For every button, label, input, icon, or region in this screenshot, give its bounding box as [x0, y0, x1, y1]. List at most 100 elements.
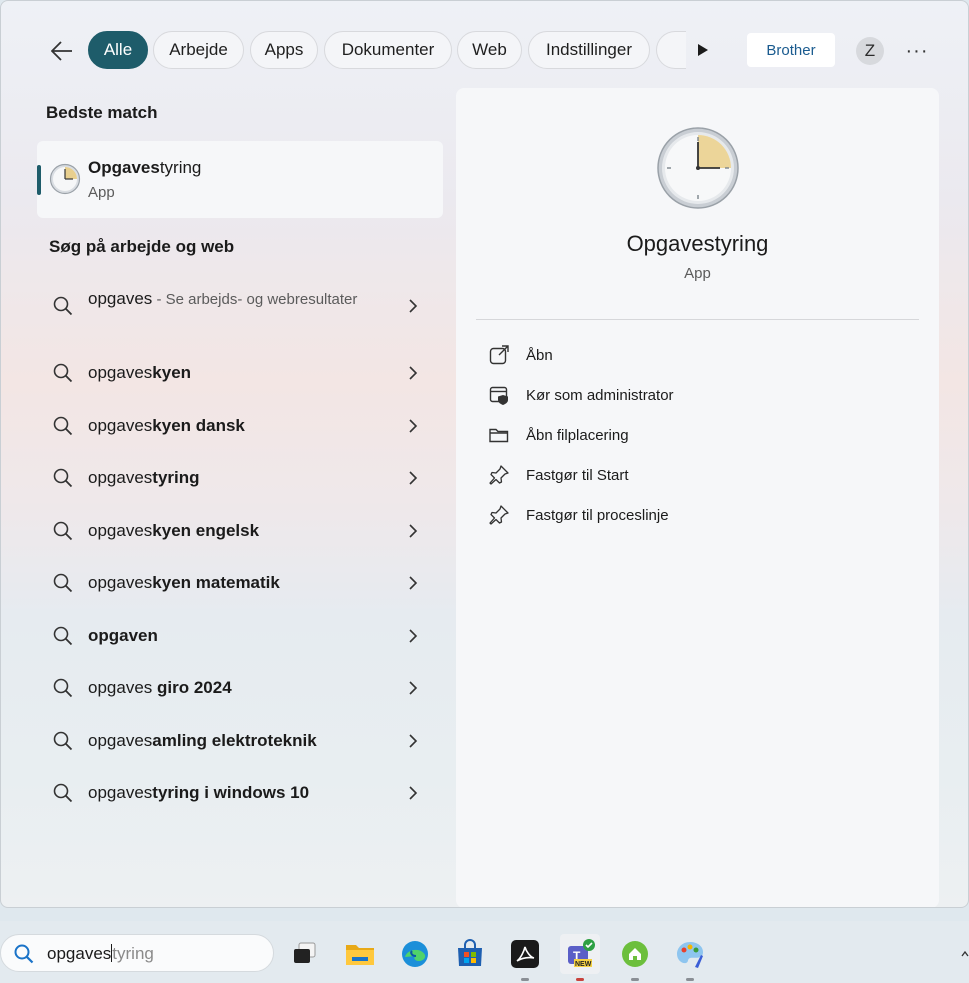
suggestion-row[interactable]: opgavestyring i windows 10 — [37, 771, 443, 815]
tab-arbejde[interactable]: Arbejde — [153, 31, 244, 69]
chevron-right-icon — [409, 471, 418, 485]
search-icon — [53, 416, 73, 436]
preview-title: Opgavestyring — [626, 231, 769, 256]
action-label: Åbn filplacering — [526, 427, 629, 444]
search-text: opgavestyring — [47, 944, 154, 963]
best-match-type: App — [88, 184, 115, 201]
edge-button[interactable] — [395, 934, 435, 974]
suggestion-row[interactable]: opgaveskyen dansk — [37, 404, 443, 448]
search-icon — [53, 783, 73, 803]
avatar[interactable]: Z — [856, 37, 884, 65]
teams-new-badge: NEW — [575, 961, 592, 968]
web-search-heading: Søg på arbejde og web — [49, 237, 235, 256]
web-result-row[interactable]: opgaves - Se arbejds- og webresultater — [37, 286, 443, 346]
suggestion-row[interactable]: opgavesamling elektroteknik — [37, 719, 443, 763]
running-indicator — [631, 978, 639, 981]
action-pin-to-taskbar[interactable]: Fastgør til proceslinje — [488, 501, 908, 531]
microsoft-store-button[interactable] — [450, 934, 490, 974]
adobe-acrobat-button[interactable] — [505, 934, 545, 981]
suggestion-row[interactable]: opgavestyring — [37, 456, 443, 500]
action-open[interactable]: Åbn — [488, 341, 908, 371]
chevron-right-icon — [409, 524, 418, 538]
search-panel: Alle Arbejde Apps Dokumenter Web Indstil… — [0, 0, 969, 908]
scroll-tabs-button[interactable] — [691, 39, 715, 61]
search-icon — [53, 521, 73, 541]
search-icon — [53, 573, 73, 593]
acrobat-icon — [511, 940, 539, 968]
action-label: Fastgør til Start — [526, 467, 629, 484]
search-icon — [53, 363, 73, 383]
suggestion-text: opgaven — [88, 626, 158, 645]
web-result-text: opgaves - Se arbejds- og webresultater — [88, 289, 358, 308]
open-external-icon — [489, 345, 509, 365]
play-icon — [698, 44, 708, 56]
suggestion-row[interactable]: opgaveskyen — [37, 351, 443, 395]
task-view-icon — [294, 942, 316, 963]
action-run-as-admin[interactable]: Kør som administrator — [488, 381, 908, 411]
tab-apps[interactable]: Apps — [250, 31, 318, 69]
taskbar-search-input[interactable]: opgavestyring — [0, 934, 274, 972]
action-open-file-location[interactable]: Åbn filplacering — [488, 421, 908, 451]
teams-button[interactable]: T NEW — [560, 934, 600, 981]
search-icon — [14, 944, 34, 964]
store-icon — [458, 939, 482, 966]
chevron-right-icon — [409, 734, 418, 748]
tab-overflow[interactable] — [656, 31, 686, 69]
chevron-right-icon — [409, 681, 418, 695]
task-manager-icon — [657, 127, 739, 209]
chevron-right-icon — [409, 786, 418, 800]
task-manager-icon — [49, 163, 81, 195]
paint-icon — [677, 942, 703, 968]
folder-icon — [489, 428, 509, 443]
chevron-right-icon — [409, 299, 418, 313]
selection-indicator — [37, 165, 41, 195]
best-match-heading: Bedste match — [46, 103, 158, 122]
preview-pane: Opgavestyring App Åbn Kør som administra… — [456, 88, 939, 907]
edge-icon — [402, 941, 428, 967]
running-indicator — [521, 978, 529, 981]
file-explorer-button[interactable] — [340, 934, 380, 974]
tab-web[interactable]: Web — [457, 31, 522, 69]
folder-icon — [346, 945, 374, 965]
home-app-button[interactable] — [615, 934, 655, 981]
back-button[interactable] — [48, 37, 76, 65]
suggestion-text: opgavesamling elektroteknik — [88, 731, 317, 750]
chevron-up-icon[interactable] — [961, 950, 969, 958]
chevron-right-icon — [409, 629, 418, 643]
suggestion-text: opgaves giro 2024 — [88, 678, 232, 697]
task-view-button[interactable] — [284, 934, 324, 974]
action-label: Kør som administrator — [526, 387, 674, 404]
running-indicator — [576, 978, 584, 981]
running-indicator — [686, 978, 694, 981]
suggestion-text: opgaveskyen matematik — [88, 573, 280, 592]
search-icon — [53, 678, 73, 698]
best-match-item[interactable]: Opgavestyring App — [37, 141, 443, 218]
search-icon — [53, 626, 73, 646]
suggestion-row[interactable]: opgaves giro 2024 — [37, 666, 443, 710]
more-options-button[interactable]: ··· — [905, 40, 929, 62]
chevron-right-icon — [409, 366, 418, 380]
action-pin-to-start[interactable]: Fastgør til Start — [488, 461, 908, 491]
tab-alle[interactable]: Alle — [88, 31, 148, 69]
taskbar: opgavestyring T NEW — [0, 921, 969, 983]
tab-indstillinger[interactable]: Indstillinger — [528, 31, 650, 69]
search-icon — [53, 468, 73, 488]
paint-button[interactable] — [670, 934, 710, 981]
action-label: Åbn — [526, 347, 553, 364]
suggestion-text: opgavestyring — [88, 468, 200, 487]
suggestion-row[interactable]: opgaveskyen matematik — [37, 561, 443, 605]
search-icon — [53, 296, 73, 316]
suggestion-text: opgaveskyen engelsk — [88, 521, 260, 540]
suggestion-row[interactable]: opgaven — [37, 614, 443, 658]
suggestion-row[interactable]: opgaveskyen engelsk — [37, 509, 443, 553]
pin-icon — [489, 465, 509, 485]
pin-icon — [489, 505, 509, 525]
divider — [476, 319, 919, 320]
chevron-right-icon — [409, 576, 418, 590]
account-button[interactable]: Brother — [747, 33, 835, 67]
action-label: Fastgør til proceslinje — [526, 507, 669, 524]
tab-dokumenter[interactable]: Dokumenter — [324, 31, 452, 69]
chevron-right-icon — [409, 419, 418, 433]
preview-type: App — [684, 265, 711, 282]
teams-icon: TNEW — [568, 939, 595, 968]
